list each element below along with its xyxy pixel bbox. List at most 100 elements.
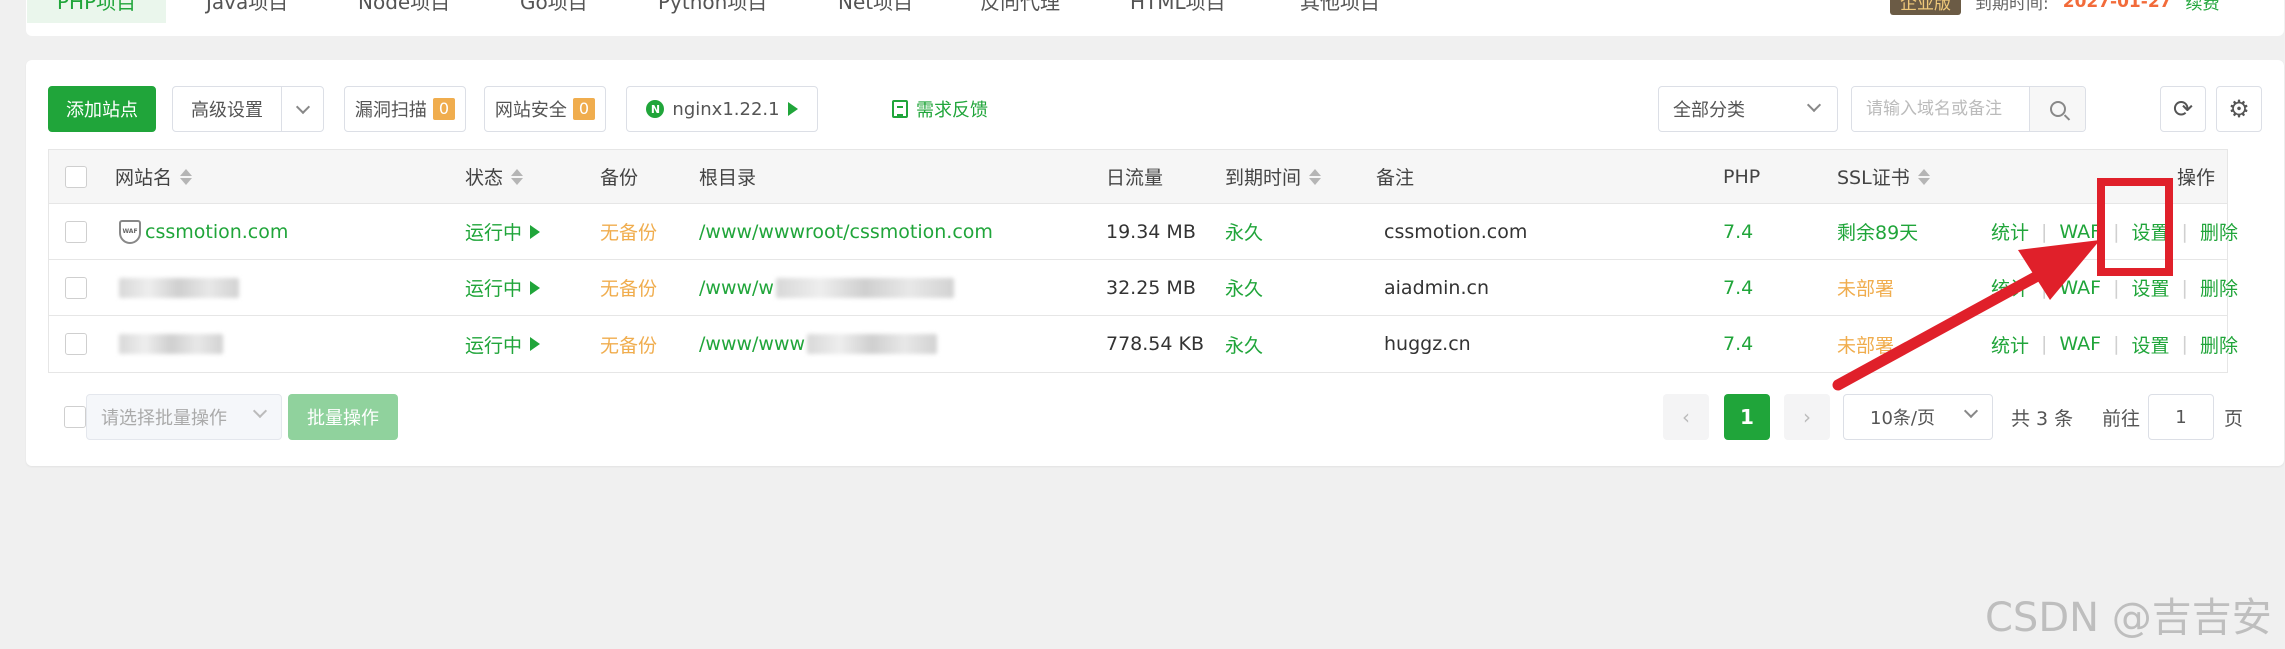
waf-link[interactable]: WAF (2059, 277, 2101, 299)
feedback-link[interactable]: 需求反馈 (892, 86, 988, 132)
refresh-button[interactable]: ⟳ (2160, 86, 2206, 132)
col-php: PHP (1723, 165, 1761, 188)
settings-button[interactable]: ⚙ (2216, 86, 2262, 132)
security-count-badge: 0 (572, 98, 596, 120)
site-security-label: 网站安全 (494, 100, 567, 121)
site-name-link[interactable]: cssmotion.com (145, 221, 288, 243)
stats-link[interactable]: 统计 (1991, 218, 2029, 245)
col-name[interactable]: 网站名 (115, 150, 193, 203)
watermark: CSDN @吉吉安 (1985, 595, 2272, 641)
batch-action-button[interactable]: 批量操作 (288, 394, 398, 440)
col-root: 根目录 (699, 167, 757, 189)
tab-html[interactable]: HTML项目 (1130, 0, 1226, 23)
divider: | (2041, 276, 2048, 299)
row-checkbox[interactable] (65, 276, 87, 299)
col-expire-label: 到期时间 (1225, 167, 1302, 189)
chevron-down-icon (252, 403, 268, 419)
advanced-settings-button[interactable]: 高级设置 (172, 86, 324, 132)
page-suffix: 页 (2224, 407, 2244, 430)
nginx-service-button[interactable]: N nginx1.22.1 (626, 86, 818, 132)
goto-page-input[interactable] (2148, 394, 2214, 440)
delete-link[interactable]: 删除 (2200, 218, 2238, 245)
redacted-site-name[interactable] (119, 334, 223, 354)
col-status[interactable]: 状态 (465, 150, 524, 203)
table-header: 网站名 状态 备份 根目录 日流量 到期时间 备注 PHP SSL证书 操作 (49, 150, 2227, 204)
redacted-path (775, 277, 954, 298)
note-field[interactable]: huggz.cn (1384, 316, 1471, 372)
divider: | (2041, 220, 2048, 243)
status-toggle[interactable]: 运行中 (465, 316, 541, 372)
table-row: 运行中 无备份 /www/www 778.54 KB 永久 huggz.cn 7… (49, 316, 2238, 372)
page-number[interactable]: 1 (1724, 394, 1770, 440)
tab-python[interactable]: Python项目 (658, 0, 767, 23)
batch-action-select[interactable]: 请选择批量操作 (86, 394, 282, 440)
search-input[interactable] (1852, 87, 2032, 131)
status-toggle[interactable]: 运行中 (465, 260, 541, 315)
table-row: WAF cssmotion.com 运行中 无备份 /www/wwwroot/cs… (49, 204, 2238, 260)
search-box (1851, 86, 2086, 132)
waf-shield-icon: WAF (119, 219, 141, 244)
root-dir-link[interactable]: /www/www (699, 316, 938, 372)
waf-link[interactable]: WAF (2059, 221, 2101, 243)
tab-node[interactable]: Node项目 (358, 0, 450, 23)
settings-link[interactable]: 设置 (2132, 274, 2170, 301)
traffic-value: 19.34 MB (1106, 220, 1196, 243)
col-expire[interactable]: 到期时间 (1225, 150, 1322, 203)
note-field[interactable]: cssmotion.com (1384, 204, 1527, 259)
tab-reverse-proxy[interactable]: 反向代理 (980, 0, 1060, 23)
search-button[interactable] (2029, 87, 2085, 131)
divider: | (2181, 220, 2188, 243)
col-ops: 操作 (2177, 167, 2216, 189)
status-toggle[interactable]: 运行中 (465, 204, 541, 259)
php-version-link[interactable]: 7.4 (1723, 316, 1753, 372)
backup-link[interactable]: 无备份 (600, 204, 657, 259)
tab-java[interactable]: Java项目 (206, 0, 288, 23)
backup-link[interactable]: 无备份 (600, 260, 657, 315)
site-security-button[interactable]: 网站安全 0 (484, 86, 606, 132)
backup-link[interactable]: 无备份 (600, 316, 657, 372)
category-select[interactable]: 全部分类 (1658, 86, 1838, 132)
tab-go[interactable]: Go项目 (520, 0, 588, 23)
expire-link[interactable]: 永久 (1225, 260, 1263, 315)
renew-link[interactable]: 续费 (2185, 0, 2219, 14)
tab-php[interactable]: PHP项目 (27, 0, 167, 23)
vuln-scan-button[interactable]: 漏洞扫描 0 (344, 86, 466, 132)
prev-page-button[interactable]: ‹ (1663, 394, 1709, 440)
ssl-status-link[interactable]: 剩余89天 (1837, 204, 1918, 259)
root-dir-link[interactable]: /www/wwwroot/cssmotion.com (699, 204, 993, 259)
root-dir-link[interactable]: /www/w (699, 260, 954, 315)
tab-other[interactable]: 其他项目 (1300, 0, 1380, 23)
play-icon (787, 102, 798, 116)
add-site-button[interactable]: 添加站点 (48, 86, 156, 132)
row-checkbox[interactable] (65, 333, 87, 355)
stats-link[interactable]: 统计 (1991, 331, 2029, 358)
advanced-settings-label: 高级设置 (191, 100, 263, 121)
edition-badge: 企业版 (1890, 0, 1961, 15)
col-note: 备注 (1376, 167, 1415, 189)
delete-link[interactable]: 删除 (2200, 274, 2238, 301)
batch-select-all-checkbox[interactable] (64, 406, 86, 428)
stats-link[interactable]: 统计 (1991, 274, 2029, 301)
note-field[interactable]: aiadmin.cn (1384, 260, 1489, 315)
redacted-site-name[interactable] (119, 277, 239, 298)
tab-net[interactable]: Net项目 (838, 0, 913, 23)
row-checkbox[interactable] (65, 220, 87, 243)
col-ssl[interactable]: SSL证书 (1837, 150, 1930, 203)
delete-link[interactable]: 删除 (2200, 331, 2238, 358)
php-version-link[interactable]: 7.4 (1723, 260, 1753, 315)
sort-icon (1309, 168, 1322, 185)
select-all-checkbox[interactable] (65, 165, 87, 188)
waf-link[interactable]: WAF (2059, 333, 2101, 355)
expire-link[interactable]: 永久 (1225, 316, 1263, 372)
ssl-status-link[interactable]: 未部署 (1837, 260, 1894, 315)
ssl-status-link[interactable]: 未部署 (1837, 316, 1894, 372)
root-dir-text: /www/www (699, 333, 806, 355)
php-version-link[interactable]: 7.4 (1723, 204, 1753, 259)
expire-link[interactable]: 永久 (1225, 204, 1263, 259)
settings-link[interactable]: 设置 (2132, 331, 2170, 358)
next-page-button[interactable]: › (1784, 394, 1830, 440)
traffic-value: 778.54 KB (1106, 333, 1205, 355)
advanced-dropdown-toggle[interactable] (281, 87, 323, 131)
toolbar: 添加站点 高级设置 漏洞扫描 0 网站安全 0 N nginx1.22.1 需求… (48, 86, 2264, 132)
page-size-select[interactable]: 10条/页 (1843, 394, 1993, 440)
